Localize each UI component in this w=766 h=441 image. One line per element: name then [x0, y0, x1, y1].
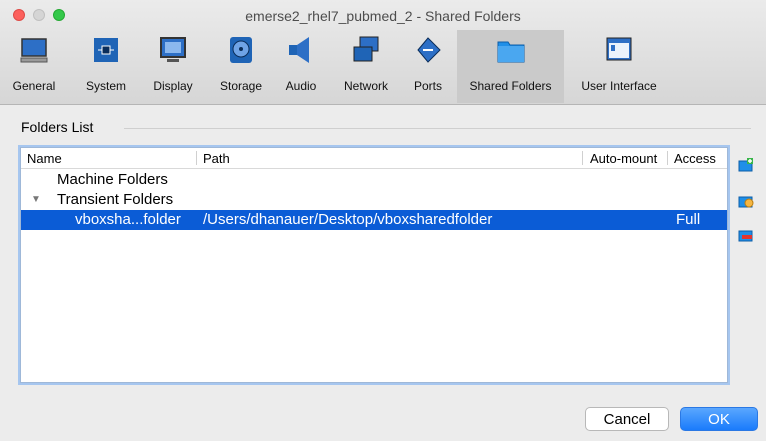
- tab-display[interactable]: Display: [146, 30, 200, 103]
- table-row-machine-folders[interactable]: Machine Folders: [21, 170, 727, 190]
- table-row-selected[interactable]: vboxsha...folder /Users/dhanauer/Desktop…: [21, 210, 727, 230]
- disk-icon: [230, 37, 252, 63]
- ok-button[interactable]: OK: [680, 407, 758, 431]
- column-header-name[interactable]: Name: [27, 151, 62, 166]
- group-label: Machine Folders: [57, 171, 168, 188]
- column-separator[interactable]: [582, 151, 583, 165]
- add-folder-button[interactable]: [738, 157, 754, 173]
- column-header-path[interactable]: Path: [203, 151, 230, 166]
- folder-access-cell: Full: [676, 211, 701, 228]
- edit-folder-button[interactable]: [738, 193, 754, 209]
- cancel-button[interactable]: Cancel: [585, 407, 669, 431]
- window-icon: [606, 37, 632, 61]
- table-row-transient-folders[interactable]: ▼ Transient Folders: [21, 190, 727, 210]
- tab-shared-folders-label: Shared Folders: [469, 79, 552, 93]
- column-header-automount[interactable]: Auto-mount: [590, 151, 657, 166]
- monitor-icon: [20, 38, 48, 63]
- tab-storage[interactable]: Storage: [213, 30, 269, 103]
- tab-network-label: Network: [343, 79, 388, 93]
- folder-path-cell: /Users/dhanauer/Desktop/vboxsharedfolder: [203, 211, 493, 228]
- title-bar: emerse2_rhel7_pubmed_2 - Shared Folders: [0, 0, 766, 30]
- tab-network[interactable]: Network: [337, 30, 395, 103]
- disclosure-triangle-icon[interactable]: ▼: [31, 194, 41, 205]
- tab-system-label: System: [85, 79, 126, 93]
- settings-window: emerse2_rhel7_pubmed_2 - Shared Folders …: [0, 0, 766, 441]
- remove-folder-button[interactable]: [738, 227, 754, 243]
- network-icon: [353, 36, 379, 62]
- chip-icon: [94, 38, 118, 62]
- folder-icon: [497, 41, 524, 63]
- folders-list-label: Folders List: [21, 119, 94, 135]
- settings-toolbar: General System Display Storage Audio Net…: [0, 30, 766, 104]
- tab-system[interactable]: System: [80, 30, 132, 103]
- shared-folders-table[interactable]: Name Path Auto-mount Access Machine Fold…: [20, 147, 728, 383]
- tab-user-interface[interactable]: User Interface: [574, 30, 664, 103]
- tab-audio-label: Audio: [285, 79, 317, 93]
- tab-general[interactable]: General: [8, 30, 60, 103]
- tab-ports-label: Ports: [413, 79, 442, 93]
- column-separator[interactable]: [667, 151, 668, 165]
- column-header-access[interactable]: Access: [674, 151, 716, 166]
- tab-audio[interactable]: Audio: [280, 30, 322, 103]
- tab-storage-label: Storage: [219, 79, 263, 93]
- folder-name-cell: vboxsha...folder: [75, 211, 181, 228]
- tab-display-label: Display: [153, 79, 193, 93]
- display-icon: [160, 37, 186, 62]
- column-separator[interactable]: [196, 151, 197, 165]
- tab-general-label: General: [12, 79, 56, 93]
- speaker-icon: [289, 37, 309, 63]
- tab-ports[interactable]: Ports: [406, 30, 450, 103]
- window-title: emerse2_rhel7_pubmed_2 - Shared Folders: [245, 8, 521, 24]
- tab-user-interface-label: User Interface: [581, 79, 657, 93]
- table-header: Name Path Auto-mount Access: [21, 148, 727, 169]
- ports-icon: [417, 37, 441, 63]
- tab-shared-folders[interactable]: Shared Folders: [457, 30, 564, 103]
- section-divider: [124, 128, 751, 129]
- group-label: Transient Folders: [57, 191, 174, 208]
